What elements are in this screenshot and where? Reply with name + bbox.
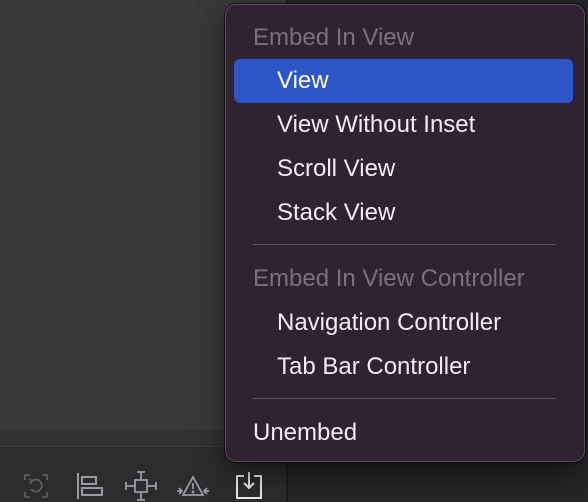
menu-header-embed-in-view-controller: Embed In View Controller [253,265,525,292]
menu-separator [253,244,556,245]
embed-in-menu: Embed In View View View Without Inset Sc… [225,4,585,462]
menu-item-unembed[interactable]: Unembed [226,411,584,455]
update-frames-icon[interactable] [19,470,53,502]
menu-item-view[interactable]: View [234,59,573,103]
menu-separator [253,398,556,399]
menu-item-tab-bar-controller[interactable]: Tab Bar Controller [226,345,584,389]
menu-item-scroll-view[interactable]: Scroll View [226,147,584,191]
menu-header-embed-in-view: Embed In View [253,24,414,51]
resolve-issues-icon[interactable] [176,470,210,502]
align-icon[interactable] [72,470,106,502]
embed-in-icon[interactable] [232,470,266,502]
menu-item-view-without-inset[interactable]: View Without Inset [226,103,584,147]
menu-item-navigation-controller[interactable]: Navigation Controller [226,301,584,345]
add-constraints-icon[interactable] [124,470,158,502]
xcode-window: Embed In View View View Without Inset Sc… [0,0,588,502]
menu-item-stack-view[interactable]: Stack View [226,191,584,235]
